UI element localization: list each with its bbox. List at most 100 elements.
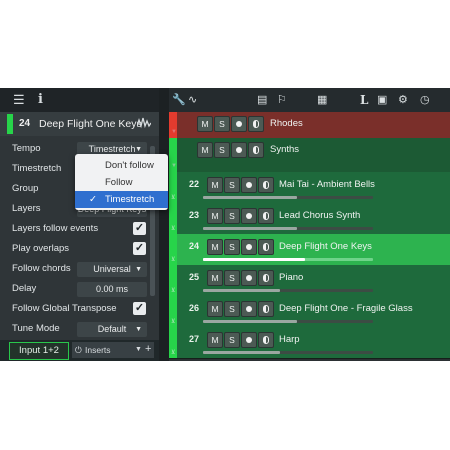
add-insert-icon[interactable]: + xyxy=(145,341,151,357)
track-row[interactable]: 25 M S Piano ⊻ xyxy=(169,265,450,297)
panel-divider[interactable] xyxy=(159,88,169,361)
solo-button[interactable]: S xyxy=(224,239,240,255)
level-fill xyxy=(203,196,297,199)
track-level-meter[interactable] xyxy=(203,351,373,354)
property-checkbox[interactable]: ✓ xyxy=(133,302,146,315)
track-color-swatch[interactable] xyxy=(7,114,13,134)
power-icon[interactable]: ⏻ xyxy=(75,342,82,358)
track-name[interactable]: Mai Tai - Ambient Bells xyxy=(279,179,375,190)
collapse-arrow-icon[interactable]: ▼ xyxy=(171,163,177,169)
waveform-icon[interactable] xyxy=(137,117,151,129)
track-level-meter[interactable] xyxy=(203,227,373,230)
tempo-menu-item[interactable]: Don't follow xyxy=(75,157,168,174)
expand-lane-icon[interactable]: ⊻ xyxy=(171,256,175,263)
expand-lane-icon[interactable]: ⊻ xyxy=(171,194,175,201)
track-name[interactable]: Deep Flight One Keys xyxy=(279,241,372,252)
property-dropdown[interactable]: Universal ▼ xyxy=(77,262,147,277)
solo-button[interactable]: S xyxy=(224,177,240,193)
property-value: 0.00 ms xyxy=(95,284,128,294)
clock-icon[interactable]: ◷ xyxy=(420,88,430,112)
track-name[interactable]: Synths xyxy=(270,144,299,155)
record-arm-button[interactable] xyxy=(241,270,257,286)
track-name[interactable]: Deep Flight One - Fragile Glass xyxy=(279,303,413,314)
collapse-arrow-icon[interactable]: ▼ xyxy=(171,129,177,135)
record-arm-button[interactable] xyxy=(231,116,247,132)
track-level-meter[interactable] xyxy=(203,320,373,323)
solo-button[interactable]: S xyxy=(224,301,240,317)
tempo-menu-item-label: Follow xyxy=(105,177,133,188)
mute-button[interactable]: M xyxy=(207,177,223,193)
expand-lane-icon[interactable]: ⊻ xyxy=(171,225,175,232)
folder-track-row[interactable]: M S Synths ▼ xyxy=(169,138,450,173)
track-name[interactable]: Harp xyxy=(279,334,300,345)
wrench-icon[interactable]: 🔧 xyxy=(172,88,186,112)
record-arm-button[interactable] xyxy=(241,301,257,317)
mixer-icon[interactable]: ⚙ xyxy=(398,88,408,112)
monitor-button[interactable] xyxy=(258,208,274,224)
track-number: 24 xyxy=(19,118,31,129)
solo-button[interactable]: S xyxy=(224,208,240,224)
track-level-meter[interactable] xyxy=(203,196,373,199)
level-fill xyxy=(203,351,280,354)
solo-button[interactable]: S xyxy=(214,116,230,132)
mute-button[interactable]: M xyxy=(197,142,213,158)
solo-button[interactable]: S xyxy=(224,332,240,348)
monitor-button[interactable] xyxy=(248,142,264,158)
property-field[interactable]: 0.00 ms xyxy=(77,282,147,297)
mute-button[interactable]: M xyxy=(207,208,223,224)
daw-window: ☰ i 24 Deep Flight One Keys Tempo Timestr… xyxy=(0,88,450,361)
hamburger-menu-icon[interactable]: ☰ xyxy=(13,88,25,112)
mute-button[interactable]: M xyxy=(207,270,223,286)
mute-button[interactable]: M xyxy=(207,301,223,317)
track-row[interactable]: 22 M S Mai Tai - Ambient Bells ⊻ xyxy=(169,172,450,204)
track-name[interactable]: Rhodes xyxy=(270,118,303,129)
record-arm-button[interactable] xyxy=(241,239,257,255)
input-selector-button[interactable]: Input 1+2 xyxy=(9,342,69,360)
mute-button[interactable]: M xyxy=(207,332,223,348)
property-dropdown[interactable]: Default ▼ xyxy=(77,322,147,337)
monitor-button[interactable] xyxy=(258,177,274,193)
tempo-menu-item[interactable]: Follow xyxy=(75,174,168,191)
monitor-button[interactable] xyxy=(248,116,264,132)
track-name[interactable]: Deep Flight One Keys xyxy=(39,112,142,136)
property-label: Play overlaps xyxy=(12,243,70,254)
solo-button[interactable]: S xyxy=(214,142,230,158)
keyboard-icon[interactable]: ▤ xyxy=(257,88,267,112)
solo-button[interactable]: S xyxy=(224,270,240,286)
track-row[interactable]: 27 M S Harp ⊻ xyxy=(169,327,450,359)
track-row-selected[interactable]: 24 M S Deep Flight One Keys ⊻ xyxy=(169,234,450,266)
property-checkbox[interactable]: ✓ xyxy=(133,222,146,235)
inspector-track-header[interactable]: 24 Deep Flight One Keys xyxy=(0,112,159,136)
track-level-meter[interactable] xyxy=(203,258,373,261)
automation-curve-icon[interactable]: ∿ xyxy=(188,88,197,112)
track-row[interactable]: 26 M S Deep Flight One - Fragile Glass ⊻ xyxy=(169,296,450,328)
monitor-button[interactable] xyxy=(258,332,274,348)
expand-lane-icon[interactable]: ⊻ xyxy=(171,349,175,356)
expand-lane-icon[interactable]: ⊻ xyxy=(171,287,175,294)
monitor-button[interactable] xyxy=(258,301,274,317)
monitor-button[interactable] xyxy=(258,239,274,255)
mute-button[interactable]: M xyxy=(207,239,223,255)
record-arm-button[interactable] xyxy=(231,142,247,158)
property-checkbox[interactable]: ✓ xyxy=(133,242,146,255)
folder-track-row[interactable]: M S Rhodes ▼ xyxy=(169,112,450,139)
chevron-down-icon[interactable]: ▼ xyxy=(135,342,142,358)
flag-icon[interactable]: ⚐ xyxy=(277,88,287,112)
record-arm-button[interactable] xyxy=(241,208,257,224)
record-arm-button[interactable] xyxy=(241,332,257,348)
track-row[interactable]: 23 M S Lead Chorus Synth ⊻ xyxy=(169,203,450,235)
monitor-button[interactable] xyxy=(258,270,274,286)
list-icon[interactable]: L xyxy=(360,88,368,112)
record-arm-button[interactable] xyxy=(241,177,257,193)
inserts-header[interactable]: ⏻ Inserts ▼ + xyxy=(72,342,154,358)
grid-icon[interactable]: ▦ xyxy=(317,88,327,112)
track-name[interactable]: Piano xyxy=(279,272,303,283)
track-name[interactable]: Lead Chorus Synth xyxy=(279,210,360,221)
film-icon[interactable]: ▣ xyxy=(377,88,387,112)
mute-button[interactable]: M xyxy=(197,116,213,132)
expand-lane-icon[interactable]: ⊻ xyxy=(171,318,175,325)
info-icon[interactable]: i xyxy=(38,88,43,112)
tempo-menu-item[interactable]: ✓ Timestretch xyxy=(75,191,168,208)
track-level-meter[interactable] xyxy=(203,289,373,292)
property-value: Universal xyxy=(93,264,131,274)
